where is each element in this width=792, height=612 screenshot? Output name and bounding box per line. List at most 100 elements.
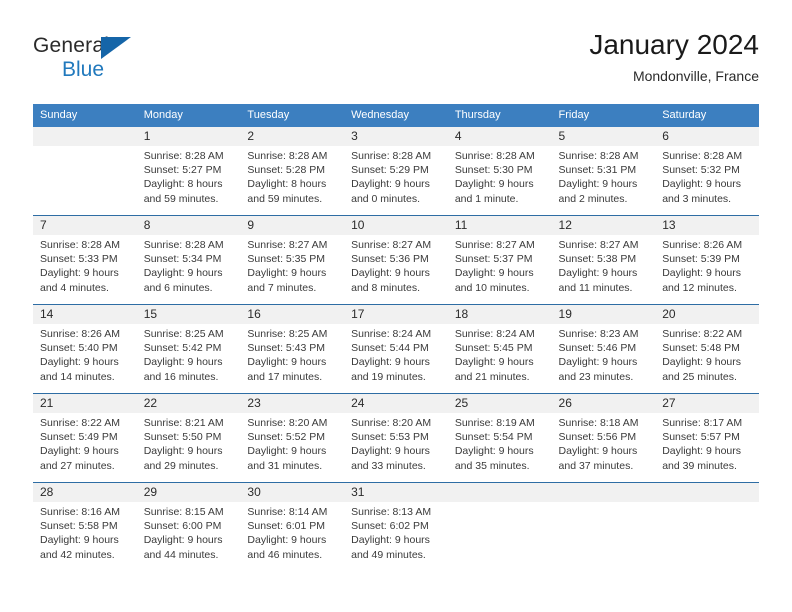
calendar-day-cell[interactable]: 30 Sunrise: 8:14 AM Sunset: 6:01 PM Dayligh… xyxy=(240,482,345,571)
calendar-day-cell[interactable]: 24 Sunrise: 8:20 AM Sunset: 5:53 PM Dayligh… xyxy=(344,393,448,483)
sunrise-time: Sunrise: 8:28 AM xyxy=(143,150,224,162)
calendar-day-cell[interactable]: 25 Sunrise: 8:19 AM Sunset: 5:54 PM Dayligh… xyxy=(447,393,552,483)
calendar-day-cell[interactable]: 6 Sunrise: 8:28 AM Sunset: 5:32 PM Daylight… xyxy=(655,127,759,216)
day-sun-info xyxy=(33,146,137,149)
day-number: 5 xyxy=(551,127,656,146)
calendar-day-cell[interactable]: 13 Sunrise: 8:26 AM Sunset: 5:39 PM Dayligh… xyxy=(655,215,759,305)
sunset-time: Sunset: 5:32 PM xyxy=(662,164,740,177)
calendar-day-cell[interactable]: 16 Sunrise: 8:25 AM Sunset: 5:43 PM Dayligh… xyxy=(240,304,345,394)
day-sun-info: Sunrise: 8:16 AM Sunset: 5:58 PM Daylight:… xyxy=(33,502,137,562)
daylight-duration-line2: and 3 minutes. xyxy=(662,192,732,205)
calendar-day-cell[interactable]: 19 Sunrise: 8:23 AM Sunset: 5:46 PM Dayligh… xyxy=(551,304,656,394)
sunset-time: Sunset: 5:43 PM xyxy=(247,342,326,355)
calendar-day-cell[interactable]: 8 Sunrise: 8:28 AM Sunset: 5:34 PM Daylight… xyxy=(136,215,241,305)
sunrise-time: Sunrise: 8:26 AM xyxy=(40,328,120,340)
daylight-duration-line1: Daylight: 9 hours xyxy=(40,445,119,458)
day-sun-info: Sunrise: 8:24 AM Sunset: 5:45 PM Daylight:… xyxy=(448,324,552,384)
daylight-duration-line1: Daylight: 9 hours xyxy=(143,445,223,458)
calendar-day-cell[interactable]: 23 Sunrise: 8:20 AM Sunset: 5:52 PM Dayligh… xyxy=(240,393,345,483)
day-sun-info: Sunrise: 8:13 AM Sunset: 6:02 PM Daylight:… xyxy=(344,502,448,562)
calendar-day-cell[interactable]: 27 Sunrise: 8:17 AM Sunset: 5:57 PM Dayligh… xyxy=(655,393,759,483)
calendar-page: General Blue January 2024 Mondonville, F… xyxy=(0,0,792,612)
day-sun-info: Sunrise: 8:27 AM Sunset: 5:38 PM Daylight:… xyxy=(552,235,656,295)
day-sun-info: Sunrise: 8:23 AM Sunset: 5:46 PM Daylight:… xyxy=(552,324,656,384)
calendar-day-cell[interactable]: 18 Sunrise: 8:24 AM Sunset: 5:45 PM Dayligh… xyxy=(447,304,552,394)
sunset-time: Sunset: 5:39 PM xyxy=(662,253,740,266)
triangle-logo-icon xyxy=(101,37,131,59)
calendar-day-cell[interactable]: 1 Sunrise: 8:28 AM Sunset: 5:27 PM Daylight… xyxy=(136,127,241,216)
daylight-duration-line1: Daylight: 9 hours xyxy=(247,356,327,369)
day-number: 25 xyxy=(447,394,552,413)
sunrise-time: Sunrise: 8:13 AM xyxy=(351,506,432,518)
day-number: 29 xyxy=(136,483,241,502)
calendar-day-cell[interactable]: 2 Sunrise: 8:28 AM Sunset: 5:28 PM Daylight… xyxy=(240,127,345,216)
calendar-day-cell[interactable]: 28 Sunrise: 8:16 AM Sunset: 5:58 PM Dayligh… xyxy=(33,482,137,571)
calendar-day-cell[interactable]: 29 Sunrise: 8:15 AM Sunset: 6:00 PM Dayligh… xyxy=(136,482,241,571)
daylight-duration-line2: and 35 minutes. xyxy=(454,459,530,472)
day-number: 9 xyxy=(240,216,345,235)
calendar-day-cell[interactable]: 11 Sunrise: 8:27 AM Sunset: 5:37 PM Dayligh… xyxy=(447,215,552,305)
daylight-duration-line1: Daylight: 8 hours xyxy=(143,178,223,191)
daylight-duration-line2: and 19 minutes. xyxy=(351,370,426,383)
day-number xyxy=(655,483,759,502)
daylight-duration-line1: Daylight: 9 hours xyxy=(558,267,638,280)
day-sun-info: Sunrise: 8:27 AM Sunset: 5:37 PM Daylight:… xyxy=(448,235,552,295)
sunset-time: Sunset: 5:34 PM xyxy=(143,253,222,266)
day-number: 28 xyxy=(33,483,137,502)
sunrise-time: Sunrise: 8:24 AM xyxy=(454,328,535,340)
day-number: 4 xyxy=(447,127,552,146)
day-sun-info: Sunrise: 8:28 AM Sunset: 5:29 PM Daylight:… xyxy=(344,146,448,206)
day-number: 1 xyxy=(136,127,241,146)
calendar-day-cell[interactable]: 31 Sunrise: 8:13 AM Sunset: 6:02 PM Dayligh… xyxy=(344,482,448,571)
calendar-day-cell[interactable]: 12 Sunrise: 8:27 AM Sunset: 5:38 PM Dayligh… xyxy=(551,215,656,305)
day-number: 12 xyxy=(551,216,656,235)
day-number: 23 xyxy=(240,394,345,413)
daylight-duration-line1: Daylight: 9 hours xyxy=(558,356,638,369)
daylight-duration-line2: and 0 minutes. xyxy=(351,192,420,205)
day-number xyxy=(33,127,137,146)
daylight-duration-line2: and 59 minutes. xyxy=(143,192,219,205)
day-number: 6 xyxy=(655,127,759,146)
daylight-duration-line2: and 11 minutes. xyxy=(558,281,633,294)
calendar-day-cell[interactable]: 22 Sunrise: 8:21 AM Sunset: 5:50 PM Dayligh… xyxy=(136,393,241,483)
daylight-duration-line2: and 44 minutes. xyxy=(143,548,219,561)
brand-name-general: General xyxy=(33,34,110,57)
sunrise-time: Sunrise: 8:28 AM xyxy=(558,150,639,162)
sunrise-time: Sunrise: 8:23 AM xyxy=(558,328,639,340)
calendar-day-cell[interactable]: 21 Sunrise: 8:22 AM Sunset: 5:49 PM Dayligh… xyxy=(33,393,137,483)
sunrise-time: Sunrise: 8:20 AM xyxy=(247,417,328,429)
sunrise-time: Sunrise: 8:20 AM xyxy=(351,417,432,429)
calendar-day-cell[interactable]: 3 Sunrise: 8:28 AM Sunset: 5:29 PM Daylight… xyxy=(344,127,448,216)
daylight-duration-line1: Daylight: 9 hours xyxy=(454,178,534,191)
day-number: 7 xyxy=(33,216,137,235)
calendar-day-cell[interactable]: 26 Sunrise: 8:18 AM Sunset: 5:56 PM Dayligh… xyxy=(551,393,656,483)
calendar-day-cell[interactable]: 10 Sunrise: 8:27 AM Sunset: 5:36 PM Dayligh… xyxy=(344,215,448,305)
day-sun-info: Sunrise: 8:28 AM Sunset: 5:31 PM Daylight:… xyxy=(552,146,656,206)
calendar-day-cell[interactable]: 4 Sunrise: 8:28 AM Sunset: 5:30 PM Daylight… xyxy=(447,127,552,216)
day-number: 30 xyxy=(240,483,345,502)
weekday-header-tuesday: Tuesday xyxy=(240,104,345,127)
day-sun-info: Sunrise: 8:27 AM Sunset: 5:36 PM Daylight:… xyxy=(344,235,448,295)
sunset-time: Sunset: 5:53 PM xyxy=(351,431,429,444)
daylight-duration-line1: Daylight: 9 hours xyxy=(247,267,327,280)
calendar-day-cell[interactable]: 15 Sunrise: 8:25 AM Sunset: 5:42 PM Dayligh… xyxy=(136,304,241,394)
daylight-duration-line2: and 25 minutes. xyxy=(662,370,737,383)
calendar-day-cell[interactable]: 7 Sunrise: 8:28 AM Sunset: 5:33 PM Daylight… xyxy=(33,215,137,305)
sunrise-time: Sunrise: 8:28 AM xyxy=(143,239,224,251)
calendar-day-cell[interactable]: 17 Sunrise: 8:24 AM Sunset: 5:44 PM Dayligh… xyxy=(344,304,448,394)
day-sun-info: Sunrise: 8:15 AM Sunset: 6:00 PM Daylight:… xyxy=(137,502,241,562)
sunset-time: Sunset: 5:54 PM xyxy=(454,431,533,444)
day-sun-info: Sunrise: 8:18 AM Sunset: 5:56 PM Daylight:… xyxy=(552,413,656,473)
sunrise-time: Sunrise: 8:22 AM xyxy=(662,328,743,340)
daylight-duration-line2: and 39 minutes. xyxy=(662,459,737,472)
calendar-day-cell[interactable]: 14 Sunrise: 8:26 AM Sunset: 5:40 PM Dayligh… xyxy=(33,304,137,394)
daylight-duration-line2: and 46 minutes. xyxy=(247,548,323,561)
calendar-day-cell[interactable]: 5 Sunrise: 8:28 AM Sunset: 5:31 PM Daylight… xyxy=(551,127,656,216)
brand-logo[interactable]: General Blue xyxy=(33,34,253,94)
calendar-header-row: Sunday Monday Tuesday Wednesday Thursday Frid… xyxy=(33,104,759,127)
sunset-time: Sunset: 5:45 PM xyxy=(454,342,533,355)
weekday-header-monday: Monday xyxy=(136,104,241,127)
calendar-day-cell[interactable]: 20 Sunrise: 8:22 AM Sunset: 5:48 PM Dayligh… xyxy=(655,304,759,394)
page-title: January 2024 xyxy=(589,29,759,60)
calendar-day-cell[interactable]: 9 Sunrise: 8:27 AM Sunset: 5:35 PM Daylight… xyxy=(240,215,345,305)
